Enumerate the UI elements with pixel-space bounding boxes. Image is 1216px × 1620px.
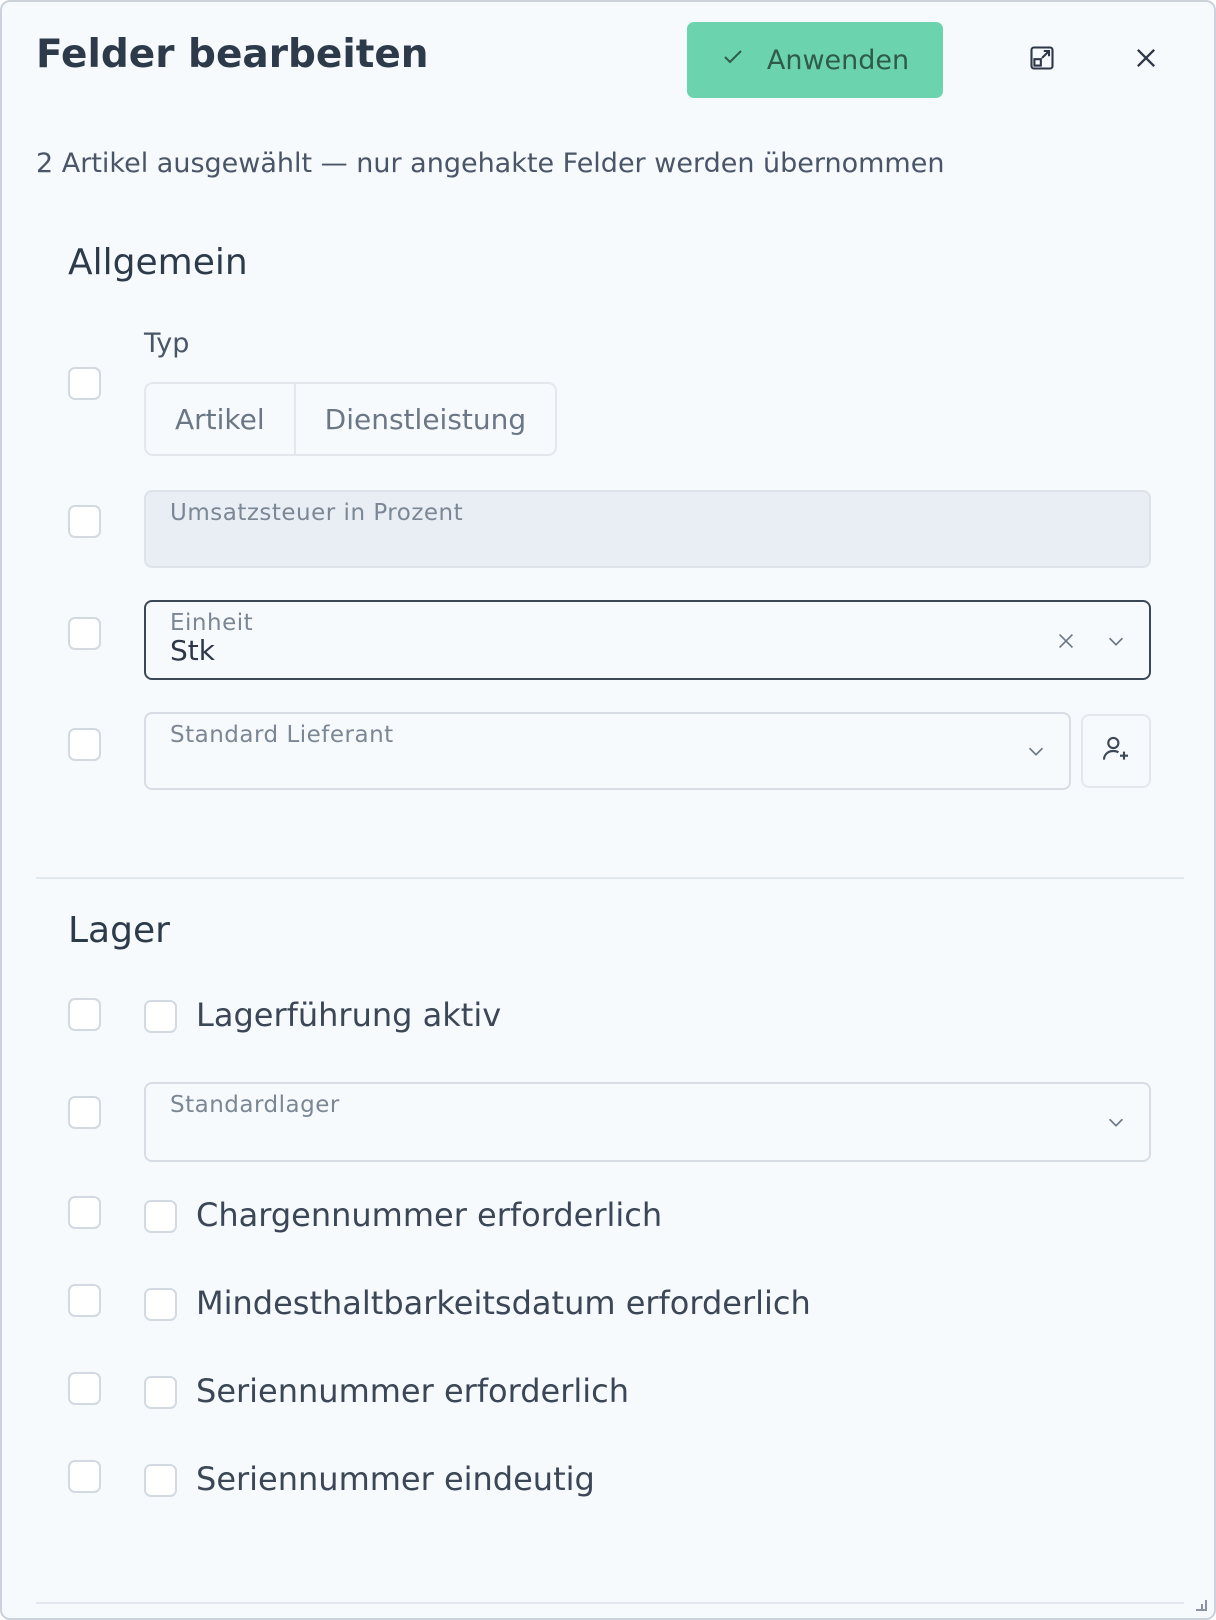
standardlager-label: Standardlager <box>170 1092 340 1118</box>
apply-button-label: Anwenden <box>766 44 910 76</box>
apply-checkbox-umsatzsteuer[interactable] <box>68 505 101 538</box>
section-divider <box>36 877 1184 879</box>
mhd-label: Mindesthaltbarkeitsdatum erforderlich <box>196 1284 811 1322</box>
dialog-title: Felder bearbeiten <box>36 32 429 77</box>
user-plus-icon <box>1100 733 1132 769</box>
apply-checkbox-einheit[interactable] <box>68 617 101 650</box>
apply-checkbox-typ[interactable] <box>68 367 101 400</box>
einheit-value: Stk <box>170 634 215 667</box>
resize-grip-icon[interactable] <box>1192 1596 1208 1612</box>
expand-button[interactable] <box>1022 40 1062 80</box>
chevron-down-icon[interactable] <box>1021 736 1051 766</box>
einheit-label: Einheit <box>170 610 254 636</box>
umsatzsteuer-label: Umsatzsteuer in Prozent <box>170 500 464 526</box>
check-icon <box>721 45 745 76</box>
apply-checkbox-lieferant[interactable] <box>68 728 101 761</box>
selection-info: 2 Artikel ausgewählt — nur angehakte Fel… <box>36 148 945 179</box>
apply-checkbox-seriennummer-eindeutig[interactable] <box>68 1460 101 1493</box>
edit-fields-dialog: Felder bearbeiten Anwenden 2 Artikel aus… <box>0 0 1216 1620</box>
charge-checkbox[interactable] <box>144 1200 177 1233</box>
section-title-allgemein: Allgemein <box>68 242 248 283</box>
seriennummer-eindeutig-checkbox[interactable] <box>144 1464 177 1497</box>
apply-checkbox-lagerfuehrung[interactable] <box>68 998 101 1031</box>
close-button[interactable] <box>1126 40 1166 80</box>
footer-divider <box>36 1602 1184 1604</box>
chevron-down-icon[interactable] <box>1101 1107 1131 1137</box>
lieferant-select[interactable]: Standard Lieferant <box>144 712 1071 790</box>
einheit-select[interactable]: Einheit Stk <box>144 600 1151 680</box>
apply-checkbox-standardlager[interactable] <box>68 1096 101 1129</box>
seriennummer-label: Seriennummer erforderlich <box>196 1372 630 1410</box>
apply-button[interactable]: Anwenden <box>687 22 943 98</box>
typ-option-artikel[interactable]: Artikel <box>146 384 294 454</box>
lagerfuehrung-checkbox[interactable] <box>144 1000 177 1033</box>
standardlager-select[interactable]: Standardlager <box>144 1082 1151 1162</box>
seriennummer-checkbox[interactable] <box>144 1376 177 1409</box>
close-icon <box>1132 44 1160 76</box>
typ-segmented-control: Artikel Dienstleistung <box>144 382 558 456</box>
apply-checkbox-charge[interactable] <box>68 1196 101 1229</box>
charge-label: Chargennummer erforderlich <box>196 1196 663 1234</box>
lagerfuehrung-label: Lagerführung aktiv <box>196 996 502 1034</box>
section-title-lager: Lager <box>68 910 170 951</box>
chevron-down-icon[interactable] <box>1101 626 1131 656</box>
lieferant-label: Standard Lieferant <box>170 722 394 748</box>
seriennummer-eindeutig-label: Seriennummer eindeutig <box>196 1460 595 1498</box>
apply-checkbox-mhd[interactable] <box>68 1284 101 1317</box>
mhd-checkbox[interactable] <box>144 1288 177 1321</box>
apply-checkbox-seriennummer[interactable] <box>68 1372 101 1405</box>
clear-icon[interactable] <box>1051 626 1081 656</box>
expand-icon <box>1028 44 1056 76</box>
typ-option-dienstleistung[interactable]: Dienstleistung <box>293 384 555 454</box>
typ-label: Typ <box>144 328 190 359</box>
umsatzsteuer-field[interactable]: Umsatzsteuer in Prozent <box>144 490 1151 568</box>
add-supplier-button[interactable] <box>1081 714 1151 788</box>
